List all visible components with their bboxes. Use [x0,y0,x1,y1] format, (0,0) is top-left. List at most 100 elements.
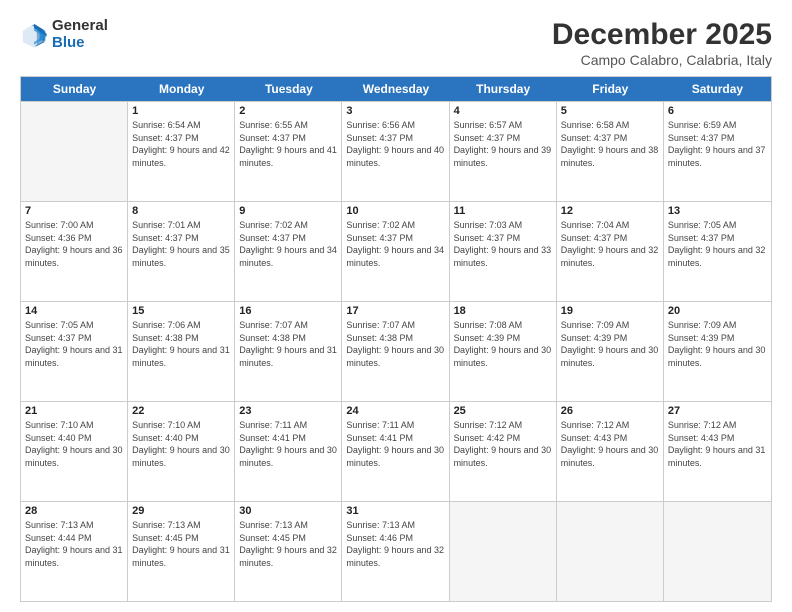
logo: General Blue [20,18,108,51]
day-info: Sunrise: 7:01 AMSunset: 4:37 PMDaylight:… [132,219,230,269]
day-number: 16 [239,305,337,317]
day-info: Sunrise: 7:05 AMSunset: 4:37 PMDaylight:… [668,219,767,269]
day-info: Sunrise: 7:03 AMSunset: 4:37 PMDaylight:… [454,219,552,269]
day-number: 2 [239,105,337,117]
calendar-header: SundayMondayTuesdayWednesdayThursdayFrid… [21,77,771,101]
day-info: Sunrise: 7:13 AMSunset: 4:45 PMDaylight:… [132,519,230,569]
week-row-2: 7 Sunrise: 7:00 AMSunset: 4:36 PMDaylight… [21,201,771,301]
cal-cell [21,102,128,201]
cal-cell: 15 Sunrise: 7:06 AMSunset: 4:38 PMDayligh… [128,302,235,401]
day-number: 18 [454,305,552,317]
day-info: Sunrise: 6:58 AMSunset: 4:37 PMDaylight:… [561,119,659,169]
day-info: Sunrise: 7:06 AMSunset: 4:38 PMDaylight:… [132,319,230,369]
header-day-monday: Monday [128,77,235,101]
day-number: 5 [561,105,659,117]
logo-icon [20,21,48,49]
cal-cell: 18Sunrise: 7:08 AMSunset: 4:39 PMDayligh… [450,302,557,401]
cal-cell: 10 Sunrise: 7:02 AMSunset: 4:37 PMDayligh… [342,202,449,301]
cal-cell: 7 Sunrise: 7:00 AMSunset: 4:36 PMDaylight… [21,202,128,301]
day-number: 22 [132,405,230,417]
logo-blue: Blue [52,35,108,52]
cal-cell: 1 Sunrise: 6:54 AMSunset: 4:37 PMDaylight… [128,102,235,201]
title-block: December 2025 Campo Calabro, Calabria, I… [552,18,772,68]
week-row-3: 14 Sunrise: 7:05 AMSunset: 4:37 PMDayligh… [21,301,771,401]
cal-cell: 28Sunrise: 7:13 AMSunset: 4:44 PMDayligh… [21,502,128,601]
cal-cell [450,502,557,601]
page: General Blue December 2025 Campo Calabro… [0,0,792,612]
header-day-sunday: Sunday [21,77,128,101]
day-info: Sunrise: 6:56 AMSunset: 4:37 PMDaylight:… [346,119,444,169]
header-day-thursday: Thursday [450,77,557,101]
day-number: 26 [561,405,659,417]
day-number: 30 [239,505,337,517]
cal-cell: 30 Sunrise: 7:13 AMSunset: 4:45 PMDayligh… [235,502,342,601]
day-info: Sunrise: 7:05 AMSunset: 4:37 PMDaylight:… [25,319,123,369]
day-number: 29 [132,505,230,517]
location: Campo Calabro, Calabria, Italy [552,52,772,68]
cal-cell: 2Sunrise: 6:55 AMSunset: 4:37 PMDaylight… [235,102,342,201]
day-info: Sunrise: 7:11 AMSunset: 4:41 PMDaylight:… [346,419,444,469]
day-number: 25 [454,405,552,417]
cal-cell: 11 Sunrise: 7:03 AMSunset: 4:37 PMDayligh… [450,202,557,301]
day-info: Sunrise: 7:02 AMSunset: 4:37 PMDaylight:… [239,219,337,269]
month-title: December 2025 [552,18,772,52]
cal-cell: 14 Sunrise: 7:05 AMSunset: 4:37 PMDayligh… [21,302,128,401]
day-info: Sunrise: 7:13 AMSunset: 4:45 PMDaylight:… [239,519,337,569]
cal-cell: 3 Sunrise: 6:56 AMSunset: 4:37 PMDaylight… [342,102,449,201]
day-number: 1 [132,105,230,117]
day-number: 23 [239,405,337,417]
day-number: 12 [561,205,659,217]
logo-general: General [52,18,108,35]
cal-cell: 9 Sunrise: 7:02 AMSunset: 4:37 PMDaylight… [235,202,342,301]
calendar: SundayMondayTuesdayWednesdayThursdayFrid… [20,76,772,602]
cal-cell: 31Sunrise: 7:13 AMSunset: 4:46 PMDayligh… [342,502,449,601]
day-number: 10 [346,205,444,217]
day-info: Sunrise: 7:12 AMSunset: 4:43 PMDaylight:… [561,419,659,469]
day-number: 27 [668,405,767,417]
day-number: 11 [454,205,552,217]
cal-cell: 24 Sunrise: 7:11 AMSunset: 4:41 PMDayligh… [342,402,449,501]
day-info: Sunrise: 7:07 AMSunset: 4:38 PMDaylight:… [346,319,444,369]
day-number: 14 [25,305,123,317]
day-number: 24 [346,405,444,417]
day-info: Sunrise: 7:10 AMSunset: 4:40 PMDaylight:… [132,419,230,469]
day-info: Sunrise: 7:13 AMSunset: 4:46 PMDaylight:… [346,519,444,569]
cal-cell: 22 Sunrise: 7:10 AMSunset: 4:40 PMDayligh… [128,402,235,501]
cal-cell: 29 Sunrise: 7:13 AMSunset: 4:45 PMDayligh… [128,502,235,601]
header-day-friday: Friday [557,77,664,101]
day-number: 15 [132,305,230,317]
day-number: 3 [346,105,444,117]
day-number: 6 [668,105,767,117]
day-number: 17 [346,305,444,317]
day-info: Sunrise: 7:10 AMSunset: 4:40 PMDaylight:… [25,419,123,469]
cal-cell: 21 Sunrise: 7:10 AMSunset: 4:40 PMDayligh… [21,402,128,501]
week-row-4: 21 Sunrise: 7:10 AMSunset: 4:40 PMDayligh… [21,401,771,501]
day-number: 19 [561,305,659,317]
day-info: Sunrise: 7:11 AMSunset: 4:41 PMDaylight:… [239,419,337,469]
day-number: 21 [25,405,123,417]
day-number: 7 [25,205,123,217]
day-number: 9 [239,205,337,217]
day-info: Sunrise: 7:02 AMSunset: 4:37 PMDaylight:… [346,219,444,269]
day-info: Sunrise: 6:54 AMSunset: 4:37 PMDaylight:… [132,119,230,169]
day-info: Sunrise: 7:00 AMSunset: 4:36 PMDaylight:… [25,219,123,269]
cal-cell: 8 Sunrise: 7:01 AMSunset: 4:37 PMDaylight… [128,202,235,301]
cal-cell: 17 Sunrise: 7:07 AMSunset: 4:38 PMDayligh… [342,302,449,401]
day-info: Sunrise: 7:12 AMSunset: 4:43 PMDaylight:… [668,419,767,469]
day-number: 8 [132,205,230,217]
day-info: Sunrise: 7:12 AMSunset: 4:42 PMDaylight:… [454,419,552,469]
header-day-saturday: Saturday [664,77,771,101]
cal-cell: 6 Sunrise: 6:59 AMSunset: 4:37 PMDaylight… [664,102,771,201]
header-day-wednesday: Wednesday [342,77,449,101]
day-info: Sunrise: 7:09 AMSunset: 4:39 PMDaylight:… [561,319,659,369]
cal-cell: 16Sunrise: 7:07 AMSunset: 4:38 PMDayligh… [235,302,342,401]
cal-cell: 12Sunrise: 7:04 AMSunset: 4:37 PMDayligh… [557,202,664,301]
day-info: Sunrise: 7:09 AMSunset: 4:39 PMDaylight:… [668,319,767,369]
cal-cell: 5 Sunrise: 6:58 AMSunset: 4:37 PMDaylight… [557,102,664,201]
cal-cell: 13Sunrise: 7:05 AMSunset: 4:37 PMDayligh… [664,202,771,301]
calendar-body: 1 Sunrise: 6:54 AMSunset: 4:37 PMDaylight… [21,101,771,601]
cal-cell: 20Sunrise: 7:09 AMSunset: 4:39 PMDayligh… [664,302,771,401]
day-info: Sunrise: 6:59 AMSunset: 4:37 PMDaylight:… [668,119,767,169]
cal-cell [664,502,771,601]
cal-cell: 19 Sunrise: 7:09 AMSunset: 4:39 PMDayligh… [557,302,664,401]
